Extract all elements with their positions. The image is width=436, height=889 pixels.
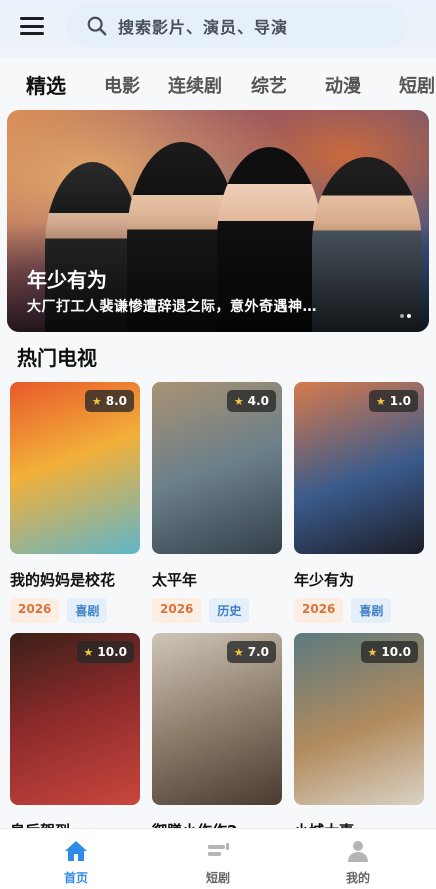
home-icon xyxy=(65,841,87,861)
tab-movies[interactable]: 电影 xyxy=(104,72,140,98)
rating-value: 7.0 xyxy=(247,645,269,659)
show-title: 我的妈妈是校花 xyxy=(10,571,116,589)
show-card[interactable]: ★10.0 小城大事 xyxy=(294,633,424,841)
show-card[interactable]: ★7.0 御膳小作作2 xyxy=(152,633,282,841)
nav-profile-label: 我的 xyxy=(345,871,370,885)
rating-badge: ★ 10.0 xyxy=(360,641,418,663)
banner-pagination xyxy=(400,314,411,318)
star-icon: ★ xyxy=(375,394,386,408)
genre-tag: 历史 xyxy=(209,598,250,623)
show-title: 年少有为 xyxy=(294,571,355,589)
featured-banner[interactable]: 年少有为 大厂打工人裴谦惨遭辞退之际，意外奇遇神… xyxy=(7,110,429,332)
rating-value: 8.0 xyxy=(105,394,127,408)
rating-badge: ★ 7.0 xyxy=(226,641,276,663)
tab-series[interactable]: 连续剧 xyxy=(168,72,222,98)
search-placeholder: 搜索影片、演员、导演 xyxy=(118,18,289,37)
genre-tag: 喜剧 xyxy=(351,598,392,623)
tab-anime[interactable]: 动漫 xyxy=(325,72,361,98)
show-poster[interactable]: ★ 8.0 xyxy=(10,382,140,554)
category-tabs: 精选 电影 连续剧 综艺 动漫 短剧 xyxy=(0,58,436,108)
rating-badge: ★ 4.0 xyxy=(226,390,276,412)
year-tag: 2026 xyxy=(294,598,344,623)
show-card[interactable]: ★ 1.0 年少有为 2026 喜剧 xyxy=(294,382,424,623)
year-tag: 2026 xyxy=(10,598,60,623)
rating-badge: ★ 10.0 xyxy=(76,641,134,663)
tab-variety[interactable]: 综艺 xyxy=(251,72,287,98)
show-poster[interactable]: ★ 10.0 xyxy=(294,633,424,805)
banner-title: 年少有为 xyxy=(27,268,107,292)
genre-tag: 喜剧 xyxy=(67,598,108,623)
star-icon: ★ xyxy=(91,394,102,408)
rating-badge: ★ 1.0 xyxy=(368,390,418,412)
search-bar[interactable]: 搜索影片、演员、导演 xyxy=(66,5,408,47)
show-poster[interactable]: ★ 10.0 xyxy=(10,633,140,805)
star-icon: ★ xyxy=(83,645,94,659)
pagination-dot[interactable] xyxy=(400,314,404,318)
nav-profile[interactable]: 我的 xyxy=(318,839,398,886)
show-card[interactable]: ★ 4.0 太平年 2026 历史 xyxy=(152,382,282,623)
short-drama-icon xyxy=(208,843,229,856)
nav-home-label: 首页 xyxy=(63,871,88,885)
show-card[interactable]: ★ 8.0 我的妈妈是校花 2026 喜剧 xyxy=(10,382,140,623)
rating-value: 10.0 xyxy=(381,645,411,659)
banner-description: 大厂打工人裴谦惨遭辞退之际，意外奇遇神… xyxy=(27,299,317,315)
star-icon: ★ xyxy=(233,645,244,659)
tab-short-drama[interactable]: 短剧 xyxy=(399,72,435,98)
rating-value: 1.0 xyxy=(389,394,411,408)
nav-home[interactable]: 首页 xyxy=(36,839,116,886)
menu-icon[interactable] xyxy=(20,15,44,37)
rating-badge: ★ 8.0 xyxy=(84,390,134,412)
nav-short-drama[interactable]: 短剧 xyxy=(178,839,258,886)
rating-value: 4.0 xyxy=(247,394,269,408)
rating-value: 10.0 xyxy=(97,645,127,659)
show-poster[interactable]: ★ 4.0 xyxy=(152,382,282,554)
bottom-nav: 首页 短剧 我的 xyxy=(0,828,436,889)
show-card[interactable]: ★10.0 皇后驾到 xyxy=(10,633,140,841)
top-bar: 搜索影片、演员、导演 xyxy=(0,0,436,58)
profile-icon xyxy=(348,841,368,862)
search-icon xyxy=(87,16,107,36)
show-poster[interactable]: ★ 7.0 xyxy=(152,633,282,805)
year-tag: 2026 xyxy=(152,598,202,623)
star-icon: ★ xyxy=(367,645,378,659)
star-icon: ★ xyxy=(233,394,244,408)
show-poster[interactable]: ★ 1.0 xyxy=(294,382,424,554)
pagination-dot-active[interactable] xyxy=(407,314,411,318)
section-title: 热门电视 xyxy=(17,346,97,370)
show-title: 太平年 xyxy=(152,571,198,589)
tab-featured[interactable]: 精选 xyxy=(26,70,66,99)
nav-short-drama-label: 短剧 xyxy=(205,871,230,885)
